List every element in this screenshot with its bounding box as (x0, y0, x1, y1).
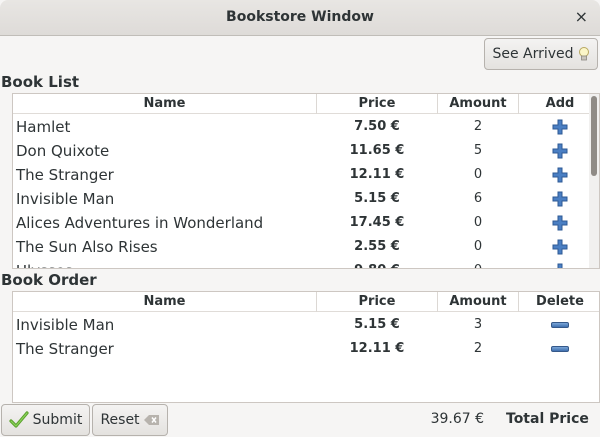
see-arrived-button[interactable]: See Arrived (484, 38, 598, 70)
total-price-value: 39.67 € (430, 411, 484, 427)
add-icon[interactable] (551, 119, 569, 135)
book-price: 9.80 € (317, 263, 437, 268)
book-price: 17.45 € (349, 215, 405, 230)
column-amount[interactable]: Amount (438, 294, 518, 309)
window-title: Bookstore Window (226, 9, 374, 25)
column-delete[interactable]: Delete (519, 294, 599, 309)
plus-icon[interactable] (551, 191, 569, 207)
book-name: Invisible Man (16, 190, 115, 208)
book-name: Ulysses (16, 262, 73, 268)
add-icon[interactable] (551, 263, 569, 269)
plus-icon[interactable] (551, 263, 569, 269)
submit-label: Submit (32, 412, 83, 428)
book-list-label: Book List (1, 73, 80, 91)
book-amount: 0 (473, 167, 483, 182)
book-price: 5.15 € (354, 317, 400, 332)
book-name: The Sun Also Rises (16, 238, 158, 256)
book-price: 7.50 € (354, 119, 400, 134)
plus-icon[interactable] (551, 119, 569, 135)
book-amount: 2 (473, 341, 483, 356)
book-amount: 0 (438, 263, 518, 268)
reset-label: Reset (100, 412, 140, 428)
column-amount[interactable]: Amount (438, 96, 518, 111)
column-add[interactable]: Add (519, 96, 599, 111)
book-amount: 3 (473, 317, 483, 332)
reset-button[interactable]: Reset (92, 404, 168, 436)
submit-button[interactable]: Submit (1, 404, 90, 436)
scrollbar-thumb[interactable] (591, 96, 597, 176)
table-row[interactable]: Alices Adventures in Wonderland 17.45 € 0 (13, 211, 599, 235)
plus-icon[interactable] (551, 215, 569, 231)
book-order-table: Name Price Amount Delete Invisible Man 5.… (12, 291, 600, 403)
column-price[interactable]: Price (317, 294, 437, 309)
table-row[interactable]: The Stranger 12.11 € 2 (13, 337, 599, 361)
see-arrived-label: See Arrived (492, 46, 574, 62)
delete-icon[interactable] (551, 341, 569, 357)
book-amount: 0 (473, 239, 483, 254)
table-row[interactable]: The Sun Also Rises 2.55 € 0 (13, 235, 599, 259)
table-row[interactable]: The Stranger 12.11 € 0 (13, 163, 599, 187)
column-name[interactable]: Name (13, 294, 316, 309)
book-list-scrollbar[interactable] (589, 94, 599, 268)
book-name: Hamlet (16, 118, 71, 136)
title-bar: Bookstore Window × (0, 0, 600, 36)
book-price: 2.55 € (354, 239, 400, 254)
minus-icon[interactable] (551, 346, 569, 352)
add-icon[interactable] (551, 143, 569, 159)
plus-icon[interactable] (551, 239, 569, 255)
book-name: The Stranger (16, 340, 114, 358)
table-row[interactable]: Ulysses 9.80 €0 (13, 259, 599, 269)
column-price[interactable]: Price (317, 96, 437, 111)
book-amount: 6 (473, 191, 483, 206)
minus-icon[interactable] (551, 322, 569, 328)
book-list-header: Name Price Amount Add (13, 94, 599, 114)
lightbulb-icon (578, 47, 589, 61)
book-name: Alices Adventures in Wonderland (16, 214, 264, 232)
table-row[interactable]: Hamlet 7.50 € 2 (13, 115, 599, 139)
book-price: 12.11 € (349, 341, 405, 356)
table-row[interactable]: Invisible Man 5.15 € 6 (13, 187, 599, 211)
close-icon[interactable]: × (575, 8, 588, 26)
plus-icon[interactable] (551, 167, 569, 183)
column-name[interactable]: Name (13, 96, 316, 111)
table-row[interactable]: Invisible Man 5.15 € 3 (13, 313, 599, 337)
clear-icon (143, 415, 159, 425)
book-price: 5.15 € (354, 191, 400, 206)
book-amount: 2 (473, 119, 483, 134)
book-name: Don Quixote (16, 142, 110, 160)
table-row[interactable]: Don Quixote 11.65 € 5 (13, 139, 599, 163)
book-order-header: Name Price Amount Delete (13, 292, 599, 312)
total-price-label: Total Price (506, 411, 589, 427)
add-icon[interactable] (551, 215, 569, 231)
book-name: Invisible Man (16, 316, 115, 334)
add-icon[interactable] (551, 239, 569, 255)
add-icon[interactable] (551, 191, 569, 207)
book-amount: 5 (473, 143, 483, 158)
book-name: The Stranger (16, 166, 114, 184)
book-order-label: Book Order (1, 271, 97, 289)
plus-icon[interactable] (551, 143, 569, 159)
book-amount: 0 (473, 215, 483, 230)
delete-icon[interactable] (551, 317, 569, 333)
add-icon[interactable] (551, 167, 569, 183)
book-price: 12.11 € (349, 167, 405, 182)
checkmark-icon (9, 411, 29, 428)
book-price: 11.65 € (349, 143, 405, 158)
book-list-table: Name Price Amount Add Hamlet 7.50 € 2 Don Q… (12, 93, 600, 269)
